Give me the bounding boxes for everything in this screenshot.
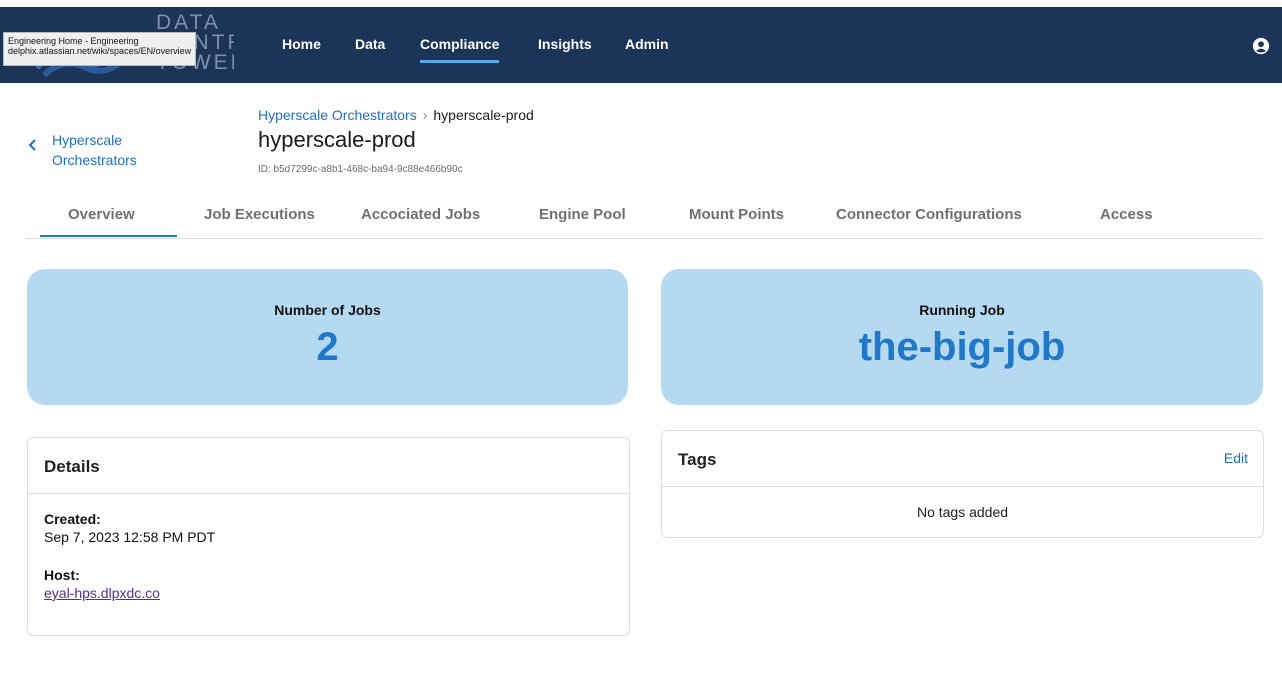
tab-job-executions[interactable]: Job Executions bbox=[204, 206, 315, 223]
details-card: Details Created: Sep 7, 2023 12:58 PM PD… bbox=[27, 437, 630, 636]
created-value: Sep 7, 2023 12:58 PM PDT bbox=[44, 529, 216, 545]
tab-mount-points[interactable]: Mount Points bbox=[689, 206, 784, 223]
user-circle-icon[interactable] bbox=[1252, 37, 1270, 55]
running-job-label: Running Job bbox=[919, 302, 1005, 318]
tags-card: Tags Edit No tags added bbox=[661, 430, 1264, 538]
top-navigation-bar: DATA CONTROL TOWER Engineering Home - En… bbox=[0, 7, 1282, 83]
tooltip-url: delphix.atlassian.net/wiki/spaces/EN/ove… bbox=[8, 46, 192, 56]
tab-bar: Overview Job Executions Accociated Jobs … bbox=[26, 200, 1262, 239]
logo-text-line-1: DATA bbox=[156, 11, 221, 34]
details-header: Details bbox=[28, 438, 629, 494]
details-title: Details bbox=[44, 457, 100, 476]
breadcrumb-parent-link[interactable]: Hyperscale Orchestrators bbox=[258, 107, 417, 123]
host-link[interactable]: eyal-hps.dlpxdc.co bbox=[44, 585, 160, 601]
page-title: hyperscale-prod bbox=[258, 127, 416, 152]
nav-admin[interactable]: Admin bbox=[625, 36, 669, 52]
number-of-jobs-label: Number of Jobs bbox=[274, 302, 381, 318]
tab-engine-pool[interactable]: Engine Pool bbox=[539, 206, 626, 223]
nav-home[interactable]: Home bbox=[282, 36, 321, 52]
tags-title: Tags bbox=[678, 450, 717, 469]
running-job-card: Running Job the-big-job bbox=[661, 269, 1263, 405]
resource-id: ID: b5d7299c-a8b1-468c-ba94-9c88e466b90c bbox=[258, 164, 463, 175]
breadcrumb-separator: › bbox=[422, 107, 428, 123]
created-label: Created: bbox=[44, 511, 101, 527]
tab-associated-jobs[interactable]: Accociated Jobs bbox=[361, 206, 480, 223]
nav-data[interactable]: Data bbox=[355, 36, 385, 52]
back-link-label: Hyperscale Orchestrators bbox=[52, 132, 137, 168]
nav-compliance[interactable]: Compliance bbox=[420, 36, 500, 63]
tooltip-title: Engineering Home - Engineering bbox=[8, 36, 139, 46]
running-job-value: the-big-job bbox=[858, 325, 1066, 369]
breadcrumb-current: hyperscale-prod bbox=[433, 107, 534, 123]
link-tooltip: Engineering Home - Engineering delphix.a… bbox=[3, 32, 197, 66]
chevron-left-icon bbox=[28, 139, 36, 151]
nav-insights[interactable]: Insights bbox=[538, 36, 592, 52]
tags-header: Tags Edit bbox=[662, 431, 1263, 487]
tab-access[interactable]: Access bbox=[1100, 206, 1153, 223]
number-of-jobs-value: 2 bbox=[316, 325, 339, 369]
no-tags-message: No tags added bbox=[916, 504, 1009, 520]
edit-tags-button[interactable]: Edit bbox=[1224, 450, 1248, 466]
tab-overview[interactable]: Overview bbox=[40, 206, 177, 237]
tab-connector-configurations[interactable]: Connector Configurations bbox=[836, 206, 1022, 223]
host-label: Host: bbox=[44, 567, 80, 583]
number-of-jobs-card: Number of Jobs 2 bbox=[27, 269, 628, 405]
breadcrumb: Hyperscale Orchestrators › hyperscale-prod bbox=[258, 107, 534, 123]
